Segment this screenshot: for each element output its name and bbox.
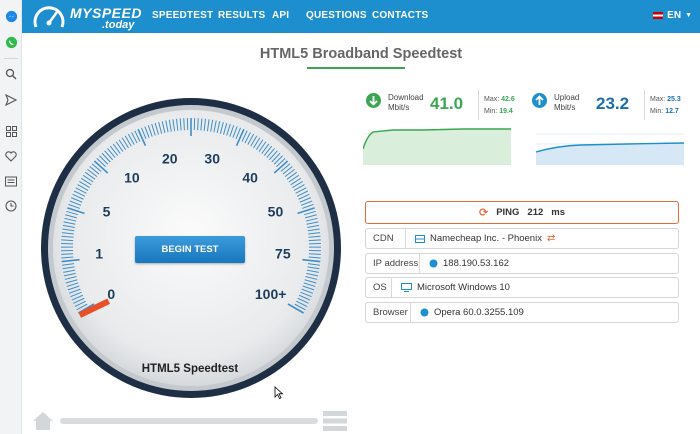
gauge-tick (197, 118, 199, 131)
nav-api[interactable]: API (272, 10, 289, 21)
upload-label-line2: Mbit/s (554, 103, 576, 112)
cdn-row: CDN Namecheap Inc. - Phoenix ⇄ (365, 228, 679, 249)
gauge-scale-label: 100+ (255, 286, 287, 302)
begin-test-button[interactable]: BEGIN TEST (135, 236, 245, 263)
upload-divider (644, 90, 645, 120)
monitor-icon (401, 283, 412, 292)
clock-icon[interactable] (4, 199, 18, 213)
os-value: Microsoft Windows 10 (417, 282, 510, 293)
gauge-scale-label: 50 (268, 204, 284, 220)
page-title: HTML5 Broadband Speedtest (259, 46, 463, 62)
server-icon[interactable] (322, 410, 348, 432)
browser-row: Browser Opera 60.0.3255.109 (365, 302, 679, 323)
ping-unit: ms (551, 207, 566, 218)
download-card: Download Mbit/s 41.0 Max: 42.6 Min: 19.4 (366, 90, 521, 126)
language-flag-icon (653, 12, 664, 19)
download-label-line2: Mbit/s (388, 103, 410, 112)
gauge-footer-label: HTML5 Speedtest (141, 363, 239, 375)
upload-min: Min: 12.7 (650, 108, 679, 115)
gauge-tick (308, 253, 321, 255)
gauge-scale-label: 5 (103, 204, 111, 220)
ping-label: PING (496, 207, 520, 218)
upload-arrow-icon (532, 93, 547, 108)
home-icon[interactable] (32, 411, 54, 431)
download-label-line1: Download (388, 93, 424, 102)
send-icon[interactable] (4, 93, 18, 107)
sidebar-divider (4, 58, 18, 59)
upload-max: Max: 25.3 (650, 96, 681, 103)
upload-graph (536, 124, 684, 165)
ip-value-wrap: 188.190.53.162 (420, 258, 509, 269)
gauge-scale-label: 20 (162, 150, 178, 166)
download-divider (478, 90, 479, 120)
mouse-cursor-icon (274, 386, 284, 399)
language-selector[interactable]: EN ▼ (653, 10, 692, 21)
language-code: EN (667, 10, 682, 21)
browser-value: Opera 60.0.3255.109 (434, 307, 524, 318)
search-icon[interactable] (4, 67, 18, 81)
browser-key: Browser (366, 303, 411, 322)
download-value: 41.0 (430, 94, 464, 113)
gauge-tick (61, 253, 74, 255)
upload-value: 23.2 (596, 94, 630, 113)
cdn-value: Namecheap Inc. - Phoenix (430, 233, 542, 244)
globe-icon (420, 308, 429, 317)
gauge-scale-label: 30 (204, 150, 220, 166)
gauge-scale-label: 40 (242, 170, 258, 186)
ping-box: ⟳ PING 212 ms (365, 201, 679, 224)
gauge-scale-label: 75 (275, 245, 291, 261)
gauge-scale-label: 0 (107, 286, 115, 302)
os-row: OS Microsoft Windows 10 (365, 277, 679, 298)
nav-results[interactable]: RESULTS (218, 10, 265, 21)
news-icon[interactable] (4, 174, 18, 188)
download-arrow-icon (366, 93, 381, 108)
nav-speedtest[interactable]: SPEEDTEST (152, 10, 213, 21)
ip-key: IP address (366, 254, 420, 273)
gauge-scale-label: 1 (95, 245, 103, 261)
speedometer-logo-icon (33, 6, 65, 28)
os-key: OS (366, 278, 392, 297)
messenger-icon[interactable] (4, 9, 18, 23)
site-logo[interactable]: MYSPEED .today (30, 2, 141, 32)
ping-value: 212 (527, 207, 544, 218)
progress-track (60, 418, 318, 424)
cdn-value-wrap: Namecheap Inc. - Phoenix ⇄ (406, 233, 555, 244)
gauge-tick (183, 118, 185, 131)
browser-value-wrap: Opera 60.0.3255.109 (411, 307, 524, 318)
cdn-key: CDN (366, 229, 406, 248)
bottom-toolbar (22, 408, 352, 434)
browser-sidebar (0, 0, 22, 434)
ip-value: 188.190.53.162 (443, 258, 510, 269)
download-graph (363, 124, 511, 165)
whatsapp-icon[interactable] (4, 35, 18, 49)
server-small-icon (415, 234, 425, 243)
switch-server-icon[interactable]: ⇄ (547, 233, 555, 244)
upload-label: Upload Mbit/s (554, 93, 579, 113)
nav-contacts[interactable]: CONTACTS (372, 10, 428, 21)
os-value-wrap: Microsoft Windows 10 (392, 282, 510, 293)
gauge-scale-label: 10 (124, 170, 140, 186)
download-min: Min: 19.4 (484, 108, 513, 115)
title-underline (307, 67, 405, 69)
heart-icon[interactable] (4, 149, 18, 163)
ip-row: IP address 188.190.53.162 (365, 253, 679, 274)
refresh-icon: ⟳ (478, 207, 489, 219)
upload-card: Upload Mbit/s 23.2 Max: 25.3 Min: 12.7 (532, 90, 687, 126)
nav-questions[interactable]: QUESTIONS (306, 10, 367, 21)
grid-icon[interactable] (4, 124, 18, 138)
download-label: Download Mbit/s (388, 93, 424, 113)
logo-subtext: .today (102, 19, 135, 31)
top-navigation: MYSPEED .today SPEEDTEST RESULTS API QUE… (22, 0, 700, 33)
chevron-down-icon: ▼ (685, 12, 692, 19)
upload-label-line1: Upload (554, 93, 580, 102)
globe-icon (429, 259, 438, 268)
download-max: Max: 42.6 (484, 96, 515, 103)
